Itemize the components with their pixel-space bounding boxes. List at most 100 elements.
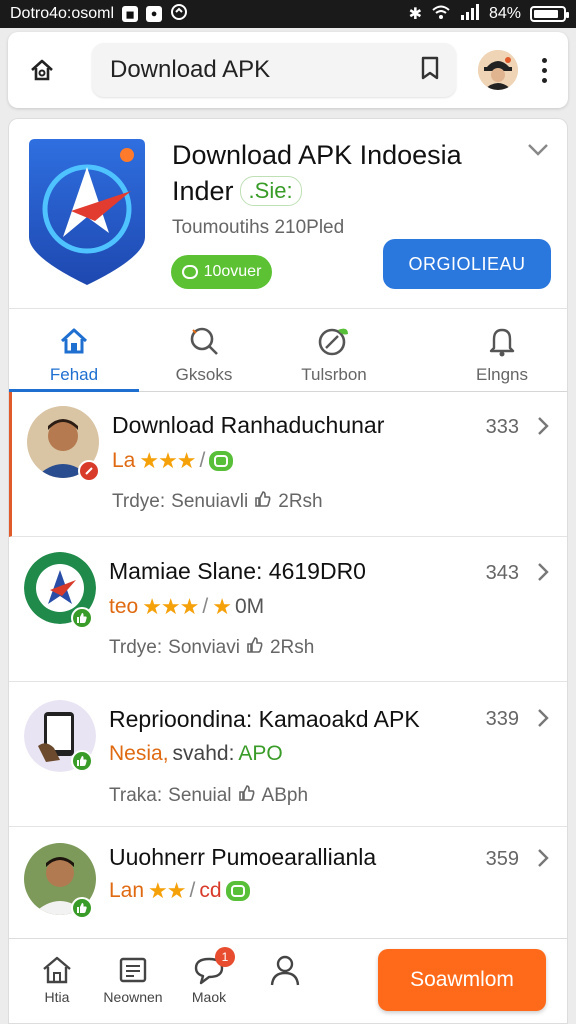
- battery-icon: [530, 6, 569, 22]
- item-prefix: La: [112, 449, 136, 472]
- item-subline: Trdye: Sonviavi 2Rsh: [109, 636, 314, 660]
- item-suffix: cd: [199, 879, 222, 902]
- download-action-button[interactable]: Soawmlom: [378, 949, 546, 1011]
- signal-icon: [460, 3, 480, 25]
- home-outline-icon: [41, 953, 73, 987]
- thumbs-up-badge: [71, 750, 93, 772]
- thumbs-up-icon: [254, 490, 272, 514]
- home-button[interactable]: [22, 50, 62, 90]
- item-sub-source: Senuiavli: [171, 491, 249, 512]
- tab-label: Tulsrbon: [301, 365, 367, 384]
- nav-item-profile[interactable]: [247, 953, 323, 989]
- bluetooth-icon: ✱: [408, 6, 422, 23]
- list-item[interactable]: Reprioondina: Kamaoakd APK Nesia, svahd:…: [9, 682, 567, 827]
- primary-download-button[interactable]: ORGIOLIEAU: [383, 239, 551, 289]
- item-tag-c: APO: [238, 742, 283, 765]
- search-icon: [187, 323, 221, 359]
- tab-tulsrbon[interactable]: Tulsrbon: [269, 309, 399, 391]
- item-sub-source: Senuial: [168, 785, 232, 806]
- green-pill-button[interactable]: 10ovuer: [171, 255, 272, 289]
- carrier-text: Dotro4o:osoml: [10, 5, 115, 22]
- home-icon: [58, 323, 90, 359]
- item-subline: Trdye: Senuiavli 2Rsh: [112, 490, 323, 514]
- item-prefix: teo: [109, 595, 139, 618]
- list-item[interactable]: Mamiae Slane: 4619DR0 teo ★★★ / ★ 0M Trd…: [9, 537, 567, 682]
- sync-icon: [170, 3, 188, 26]
- chevron-right-icon[interactable]: [537, 848, 549, 873]
- item-tag-b: svahd:: [172, 742, 235, 765]
- nav-item-messages[interactable]: 1 Maok: [171, 947, 247, 1005]
- chevron-right-icon[interactable]: [537, 416, 549, 441]
- nav-item-news[interactable]: Neownen: [95, 953, 171, 1005]
- home-icon: [31, 59, 53, 81]
- item-sub-prefix: Trdye:: [112, 491, 166, 512]
- rating-stars: ★★: [148, 878, 186, 903]
- item-count: 359: [485, 848, 519, 870]
- app-list: Download Ranhaduchunar La ★★★ / Trdye: S…: [8, 392, 568, 938]
- profile-icon: [268, 953, 302, 987]
- app-title: Download APK Indoesia Inder .Sie:: [172, 137, 502, 209]
- chevron-right-icon[interactable]: [537, 708, 549, 733]
- nav-label: Htia: [44, 989, 70, 1005]
- separator: /: [199, 449, 206, 472]
- rating-stars: ★★★: [142, 594, 199, 619]
- more-menu-icon[interactable]: [534, 57, 554, 83]
- status-bar: Dotro4o:osoml ◼ ● ✱ 84%: [0, 0, 576, 28]
- rating-stars: ★★★: [139, 448, 196, 473]
- search-input[interactable]: Download APK: [110, 56, 418, 84]
- item-sub-value: 2Rsh: [278, 491, 323, 512]
- list-item[interactable]: Download Ranhaduchunar La ★★★ / Trdye: S…: [9, 392, 567, 537]
- tab-label: Gksoks: [175, 365, 233, 384]
- item-tag-a: Nesia,: [109, 742, 169, 765]
- status-badge: [78, 460, 100, 482]
- chat-bubble-icon: [181, 265, 198, 279]
- item-title: Reprioondina: Kamaoakd APK: [109, 706, 420, 732]
- separator: /: [202, 595, 209, 618]
- app-title-line1: Download APK Indoesia: [172, 140, 462, 170]
- nav-label: Neownen: [103, 989, 163, 1005]
- tab-label: Elngns: [476, 365, 528, 384]
- item-meta: La ★★★ /: [112, 448, 234, 474]
- app-notification-icon: ●: [146, 6, 163, 22]
- battery-percent: 84%: [488, 5, 521, 22]
- app-card: Download APK Indoesia Inder .Sie: Toumout…: [8, 118, 568, 308]
- bottom-nav: Htia Neownen 1 Maok Soawmlom: [8, 938, 568, 1024]
- item-suffix: 0M: [234, 595, 265, 618]
- notification-badge: 1: [215, 947, 235, 967]
- bell-icon: [486, 323, 518, 359]
- chat-bubble-icon: [209, 451, 234, 471]
- top-bar: Download APK: [8, 32, 568, 108]
- tab-fehad[interactable]: Fehad: [9, 309, 139, 392]
- search-bar[interactable]: Download APK: [92, 43, 456, 97]
- rating-star: ★: [212, 594, 232, 619]
- avatar[interactable]: [478, 50, 518, 90]
- thumbs-up-icon: [246, 636, 264, 660]
- item-title: Uuohnerr Pumoearallianla: [109, 844, 377, 870]
- bookmark-icon[interactable]: [418, 54, 442, 87]
- item-meta: teo ★★★ / ★ 0M: [109, 594, 264, 620]
- thumbs-up-badge: [71, 607, 93, 629]
- item-title: Mamiae Slane: 4619DR0: [109, 558, 366, 584]
- item-count: 333: [485, 416, 519, 438]
- app-logo: [23, 137, 151, 287]
- chevron-down-icon[interactable]: [527, 143, 549, 162]
- tab-gksoks[interactable]: Gksoks: [139, 309, 269, 391]
- nav-item-home[interactable]: Htia: [19, 953, 95, 1005]
- item-meta: Nesia, svahd: APO: [109, 742, 283, 766]
- green-pill-label: 10ovuer: [203, 263, 262, 280]
- list-item[interactable]: Uuohnerr Pumoearallianla Lan ★★ / cd 359: [9, 827, 567, 938]
- item-sub-value: ABph: [261, 785, 309, 806]
- item-sub-source: Sonviavi: [168, 637, 240, 658]
- item-sub-prefix: Trdye:: [109, 637, 163, 658]
- item-prefix: Lan: [109, 879, 145, 902]
- app-title-line2: Inder: [172, 176, 234, 206]
- notification-icon: ◼: [122, 6, 139, 22]
- news-icon: [117, 953, 149, 987]
- wifi-icon: [431, 4, 451, 25]
- tab-elngns[interactable]: Elngns: [437, 309, 567, 391]
- chat-bubble-icon: [225, 881, 250, 901]
- chevron-right-icon[interactable]: [537, 562, 549, 587]
- item-count: 343: [485, 562, 519, 584]
- item-count: 339: [485, 708, 519, 730]
- thumbs-up-badge: [71, 897, 93, 919]
